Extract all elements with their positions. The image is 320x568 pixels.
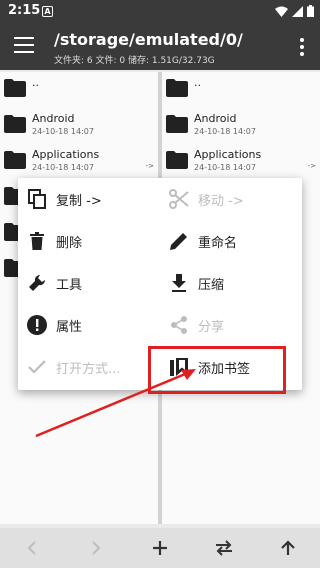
link-arrow: ->	[307, 162, 316, 170]
bottom-toolbar	[0, 528, 320, 568]
menu-label: 属性	[56, 319, 83, 335]
menu-icon[interactable]	[14, 37, 34, 55]
menu-item-compress[interactable]: 压缩	[160, 262, 302, 304]
file-date: 24-10-18 14:07	[32, 163, 94, 172]
file-name: Applications	[194, 148, 262, 161]
folder-icon	[4, 151, 26, 169]
list-item[interactable]: Android 24-10-18 14:07	[0, 108, 158, 144]
file-date: 24-10-18 14:07	[194, 127, 256, 136]
add-icon[interactable]	[140, 533, 180, 563]
more-icon[interactable]	[300, 38, 304, 59]
file-date: 24-10-18 14:07	[32, 127, 94, 136]
app-toolbar: /storage/emulated/0/ 文件夹: 6 文件: 0 储存: 1.…	[0, 24, 320, 70]
menu-label: 工具	[56, 277, 83, 293]
link-arrow: ->	[145, 162, 154, 170]
notification-icon: A	[42, 6, 53, 17]
menu-item-delete[interactable]: 删除	[18, 220, 160, 262]
menu-label: 移动 ->	[198, 193, 244, 209]
folder-icon	[4, 115, 26, 133]
list-item[interactable]: Android 24-10-18 14:07	[162, 108, 320, 144]
storage-info: 文件夹: 6 文件: 0 储存: 1.51G/32.73G	[54, 56, 215, 66]
wrench-icon	[26, 272, 48, 294]
status-bar: 2:15 A	[0, 0, 320, 24]
menu-label: 删除	[56, 235, 83, 251]
check-icon	[26, 356, 48, 378]
folder-icon	[166, 151, 188, 169]
pencil-icon	[168, 230, 190, 252]
file-name: Applications	[32, 148, 100, 161]
back-icon[interactable]	[12, 533, 52, 563]
menu-item-properties[interactable]: 属性	[18, 304, 160, 346]
menu-label: 复制 ->	[56, 193, 102, 209]
scissors-icon	[168, 188, 190, 210]
download-icon	[168, 272, 190, 294]
list-item[interactable]: Applications 24-10-18 14:07 ->	[0, 144, 158, 180]
wifi-icon	[275, 6, 288, 17]
copy-icon	[26, 188, 48, 210]
info-icon	[26, 314, 48, 336]
forward-icon[interactable]	[76, 533, 116, 563]
file-name: ..	[194, 76, 201, 89]
menu-item-share[interactable]: 分享	[160, 304, 302, 346]
system-icons	[275, 5, 314, 17]
menu-item-tools[interactable]: 工具	[18, 262, 160, 304]
menu-item-copy[interactable]: 复制 ->	[18, 178, 160, 220]
share-icon	[168, 314, 190, 336]
file-name: Android	[32, 112, 75, 125]
menu-label: 分享	[198, 319, 225, 335]
folder-icon	[166, 79, 188, 97]
up-icon[interactable]	[268, 533, 308, 563]
swap-icon[interactable]	[204, 533, 244, 563]
status-time: 2:15	[8, 3, 41, 18]
folder-icon	[4, 79, 26, 97]
current-path: /storage/emulated/0/	[54, 30, 243, 49]
menu-label: 压缩	[198, 277, 225, 293]
file-name: ..	[32, 76, 39, 89]
list-item[interactable]: ..	[0, 72, 158, 108]
signal-icon	[292, 5, 303, 17]
menu-item-move[interactable]: 移动 ->	[160, 178, 302, 220]
folder-icon	[166, 115, 188, 133]
highlight-box	[148, 346, 286, 394]
file-date: 24-10-18 14:07	[194, 163, 256, 172]
list-item[interactable]: Applications 24-10-18 14:07 ->	[162, 144, 320, 180]
menu-label: 打开方式...	[56, 361, 121, 377]
menu-item-rename[interactable]: 重命名	[160, 220, 302, 262]
menu-label: 重命名	[198, 235, 238, 251]
menu-item-open-with[interactable]: 打开方式...	[18, 346, 160, 388]
list-item[interactable]: ..	[162, 72, 320, 108]
file-name: Android	[194, 112, 237, 125]
trash-icon	[26, 230, 48, 252]
battery-icon	[307, 5, 314, 17]
